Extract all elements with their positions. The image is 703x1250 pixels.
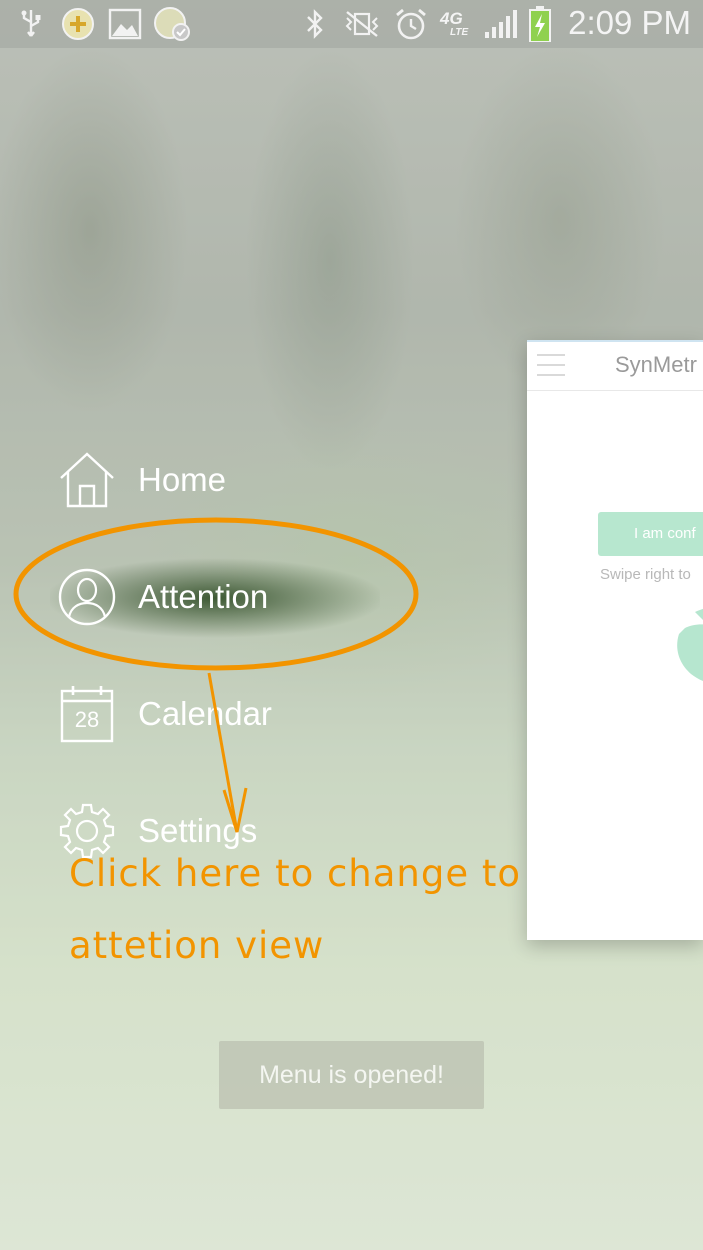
app-content-preview[interactable]: SynMetr I am conf Swipe right to (527, 340, 703, 940)
vibrate-mute-icon (342, 8, 382, 40)
app-title: SynMetr (615, 352, 697, 377)
gallery-icon (106, 8, 144, 40)
network-type-label: 4G LTE (440, 9, 469, 38)
usb-icon (14, 8, 48, 40)
menu-item-home[interactable]: Home (56, 448, 226, 512)
calendar-icon: 28 (56, 683, 118, 745)
menu-item-label: Calendar (138, 695, 272, 732)
menu-item-calendar[interactable]: 28 Calendar (56, 682, 272, 746)
battery-charging-icon (526, 6, 554, 42)
person-icon (56, 566, 118, 628)
app-sync-icon (152, 7, 192, 41)
signal-icon (482, 8, 522, 40)
app-toolbar: SynMetr (527, 342, 703, 391)
annotation-text-line2: attetion view (69, 924, 325, 967)
hand-illustration (677, 608, 703, 682)
confirm-button[interactable]: I am conf (598, 512, 703, 556)
menu-item-label: Home (138, 461, 227, 498)
alarm-icon (392, 8, 430, 40)
annotation-text-line1: Click here to change to (69, 852, 522, 895)
toast-message: Menu is opened! (219, 1041, 484, 1109)
bluetooth-icon (302, 8, 328, 40)
calendar-day-badge: 28 (74, 707, 100, 732)
home-icon (56, 449, 118, 511)
swipe-hint: Swipe right to (600, 566, 691, 583)
status-time: 2:09 PM (568, 4, 691, 41)
menu-item-attention[interactable]: Attention (56, 565, 268, 629)
app-notification-icon (60, 8, 96, 40)
status-bar: 4G LTE 2:09 PM (0, 0, 703, 48)
menu-item-label: Settings (138, 812, 258, 849)
hamburger-menu-icon[interactable] (537, 354, 565, 376)
menu-item-label: Attention (138, 578, 269, 615)
